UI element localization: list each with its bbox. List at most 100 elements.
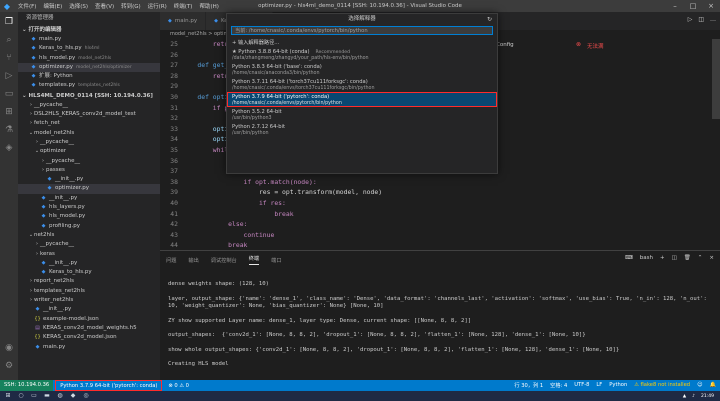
refresh-icon[interactable]: ↻	[487, 14, 492, 25]
interpreter-option[interactable]: Python 3.5.2 64-bit/usr/bin/python3	[227, 107, 497, 122]
interpreter-option[interactable]: Python 2.7.12 64-bit/usr/bin/python	[227, 122, 497, 137]
task-view-icon[interactable]: ▭	[29, 392, 39, 400]
terminal-output[interactable]: dense weights shape: (128, 10) layer, out…	[168, 281, 716, 369]
open-editor-item[interactable]: ◆ main.py	[18, 35, 160, 44]
language-mode[interactable]: Python	[609, 382, 627, 389]
folder-item[interactable]: › __pycache__	[18, 101, 160, 110]
menu-item[interactable]: 编辑(E)	[43, 2, 62, 10]
open-editor-item[interactable]: ◆ 扩展: Python	[18, 72, 160, 81]
editor-scrollbar[interactable]	[712, 39, 720, 239]
python-interpreter-status[interactable]: Python 3.7.9 64-bit ('pytorch': conda)	[55, 380, 163, 391]
settings-gear-icon[interactable]: ⚙	[3, 360, 15, 372]
menu-item[interactable]: 帮助(H)	[199, 2, 218, 10]
python-icon[interactable]: ◈	[3, 142, 15, 154]
file-item[interactable]: {} KERAS_conv2d_model.json	[18, 333, 160, 342]
more-actions-icon[interactable]: …	[710, 16, 716, 23]
extensions-icon[interactable]: ⊞	[3, 106, 15, 118]
file-item[interactable]: ◆ __init__.py	[18, 175, 160, 184]
file-item[interactable]: ◆ Keras_to_hls.py	[18, 268, 160, 277]
maximize-icon[interactable]: □	[684, 0, 702, 12]
file-item[interactable]: {} example-model.json	[18, 315, 160, 324]
file-item[interactable]: ◆ main.py	[18, 343, 160, 352]
app-icon[interactable]: ◎	[81, 392, 91, 400]
file-item[interactable]: ◆ hls_layers.py	[18, 203, 160, 212]
file-item[interactable]: ◆ __init__.py	[18, 305, 160, 314]
open-editor-item[interactable]: ◆ Keras_to_hls.py hls4ml	[18, 44, 160, 53]
menu-item[interactable]: 选择(S)	[69, 2, 88, 10]
interpreter-option[interactable]: ★ Python 3.8.8 64-bit (conda) Recommended…	[227, 47, 497, 62]
interpreter-option[interactable]: Python 3.8.3 64-bit ('base': conda)/home…	[227, 62, 497, 77]
folder-item[interactable]: › writer_net2hls	[18, 296, 160, 305]
notifications-icon[interactable]: 🔔	[710, 382, 716, 389]
folder-item[interactable]: › DSL2HLS_KERAS_conv2d_model_test	[18, 110, 160, 119]
source-control-icon[interactable]: ⑂	[3, 52, 15, 64]
line-ending[interactable]: LF	[596, 382, 602, 389]
folder-item[interactable]: › __pycache__	[18, 138, 160, 147]
run-icon[interactable]: ▷	[688, 16, 693, 23]
folder-item[interactable]: ⌄ net2hls	[18, 231, 160, 240]
folder-item[interactable]: › passes	[18, 166, 160, 175]
panel-tab[interactable]: 端口	[271, 257, 281, 264]
file-item[interactable]: ◆ hls_model.py	[18, 212, 160, 221]
folder-item[interactable]: ⌄ model_net2hls	[18, 129, 160, 138]
menu-item[interactable]: 文件(F)	[18, 2, 36, 10]
close-panel-icon[interactable]: ×	[709, 255, 714, 261]
folder-item[interactable]: › report_net2hls	[18, 277, 160, 286]
interpreter-option[interactable]: + 输入解释器路径...	[227, 37, 497, 47]
split-editor-icon[interactable]: ◫	[698, 16, 704, 23]
panel-tab[interactable]: 调试控制台	[211, 257, 237, 264]
remote-indicator[interactable]: SSH: 10.194.0.36	[0, 380, 54, 391]
encoding[interactable]: UTF-8	[574, 382, 589, 389]
menu-item[interactable]: 运行(R)	[148, 2, 167, 10]
panel-tab[interactable]: 问题	[166, 257, 176, 264]
minimize-icon[interactable]: –	[666, 0, 684, 12]
menu-item[interactable]: 转到(G)	[121, 2, 141, 10]
volume-icon[interactable]: ♪	[692, 394, 695, 399]
explorer-icon[interactable]: ❐	[3, 16, 15, 28]
folder-item[interactable]: › keras	[18, 250, 160, 259]
folder-item[interactable]: › fetch_net	[18, 119, 160, 128]
interpreter-option[interactable]: Python 3.7.9 64-bit ('pytorch': conda)/h…	[227, 92, 497, 107]
network-icon[interactable]: ▲	[683, 394, 686, 399]
folder-item[interactable]: ⌄ optimizer	[18, 147, 160, 156]
open-editor-item[interactable]: ◆ hls_model.py model_net2hls	[18, 54, 160, 63]
browser-icon[interactable]: ◍	[55, 392, 65, 400]
account-icon[interactable]: ◉	[3, 342, 15, 354]
close-icon[interactable]: ×	[702, 0, 720, 12]
indentation[interactable]: 空格: 4	[550, 382, 567, 389]
chevron-up-icon[interactable]: ⌃	[698, 255, 703, 261]
folder-icon[interactable]: ▬	[42, 392, 52, 400]
search-icon[interactable]: ⌕	[3, 34, 15, 46]
lint-warning[interactable]: ⚠ flake8 not installed	[634, 382, 690, 389]
clock[interactable]: 21:49	[701, 394, 714, 399]
folder-item[interactable]: › templates_net2hls	[18, 287, 160, 296]
problems-status[interactable]: ⊗ 0 ⚠ 0	[168, 383, 189, 389]
cursor-position[interactable]: 行 30，列 1	[514, 382, 543, 389]
folder-item[interactable]: › __pycache__	[18, 157, 160, 166]
file-item[interactable]: ▤ KERAS_conv2d_model_weights.h5	[18, 324, 160, 333]
open-editor-item[interactable]: ◆ templates.py templates_net2hls	[18, 81, 160, 90]
vscode-taskbar-icon[interactable]: ◆	[68, 392, 78, 400]
add-terminal-icon[interactable]: +	[660, 255, 665, 261]
workspace-header[interactable]: ⌄ HLS4ML_DEMO_0114 [SSH: 10.194.0.36]	[18, 91, 160, 101]
editor-tab[interactable]: ◆ main.py	[160, 12, 207, 30]
quickpick-input[interactable]: 当前: /home/cnasic/.conda/envs/pytorch/bin…	[231, 26, 493, 35]
folder-item[interactable]: › __pycache__	[18, 240, 160, 249]
shell-label[interactable]: bash	[640, 255, 653, 261]
file-item[interactable]: ◆ __init__.py	[18, 259, 160, 268]
file-item[interactable]: ◆ profiling.py	[18, 222, 160, 231]
testing-icon[interactable]: ⚗	[3, 124, 15, 136]
remote-explorer-icon[interactable]: ▭	[3, 88, 15, 100]
run-debug-icon[interactable]: ▷	[3, 70, 15, 82]
start-icon[interactable]: ⊞	[3, 392, 13, 400]
interpreter-option[interactable]: Python 3.7.11 64-bit ('torch37cu111forks…	[227, 77, 497, 92]
menu-item[interactable]: 终端(T)	[174, 2, 193, 10]
panel-tab[interactable]: 输出	[188, 257, 198, 264]
search-icon[interactable]: ○	[16, 392, 26, 400]
trash-icon[interactable]: 🗑	[684, 255, 691, 261]
menu-item[interactable]: 查看(V)	[95, 2, 114, 10]
split-terminal-icon[interactable]: ◫	[672, 255, 677, 261]
feedback-icon[interactable]: ☺	[697, 382, 702, 389]
file-item[interactable]: ◆ __init__.py	[18, 194, 160, 203]
file-item[interactable]: ◆ optimizer.py	[18, 184, 160, 194]
